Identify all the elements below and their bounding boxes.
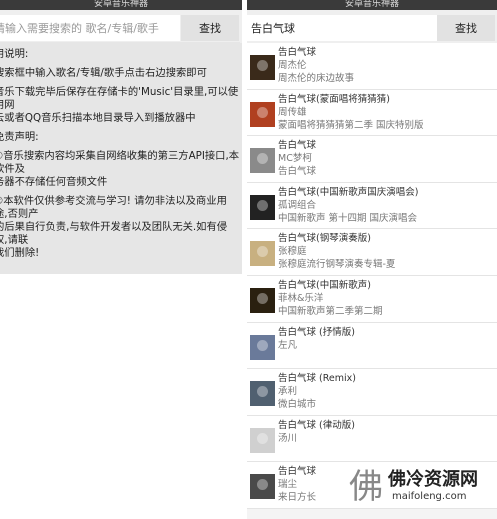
album-name: 张穆庭流行钢琴演奏专辑-夏 — [278, 259, 396, 271]
album-name: 微白城市 — [278, 399, 317, 411]
search-bar: 查找 — [247, 10, 497, 43]
song-title: 告白气球(中国新歌声) — [278, 279, 371, 291]
search-bar: 查找 — [0, 10, 242, 43]
site-watermark: 佛 佛冷资源网 maifoleng.com — [346, 463, 491, 513]
result-item[interactable]: 告白气球 (Remix) 承利 微白城市 — [247, 369, 497, 416]
album-cover — [250, 287, 275, 313]
album-name: 中国新歌声第二季第二期 — [278, 305, 383, 317]
watermark-logo-icon: 佛 — [349, 467, 383, 507]
window-title: 安卓音乐神器 — [247, 0, 497, 10]
right-screen: 安卓音乐神器 查找 告白气球 周杰伦 周杰伦的床边故事 告白气球(蒙面唱将猜猜猜… — [247, 0, 497, 519]
result-item[interactable]: 告白气球(中国新歌声) 菲林&乐洋 中国新歌声第二季第二期 — [247, 275, 497, 323]
artist-name: 周杰伦 — [278, 60, 307, 71]
artist-name: 汤川 — [278, 432, 298, 444]
search-input[interactable] — [247, 15, 437, 41]
album-cover — [250, 241, 275, 267]
album-name: 中国新歌声 第十四期 国庆演唱会 — [278, 212, 418, 224]
instruction-step: 音乐下载完毕后保存在存储卡的'Music'目录里,可以使用网 云或者QQ音乐扫描… — [0, 86, 239, 124]
result-item[interactable]: 告白气球(蒙面唱将猜猜猜) 周传雄 蒙面唱将猜猜猜第二季 国庆特别版 — [247, 89, 497, 137]
disclaimer-text: ②本软件仅供参考交流与学习! 请勿非法以及商业用途,否则产 的后果自行负责,与软… — [0, 195, 228, 259]
album-cover — [250, 194, 275, 220]
album-cover — [250, 474, 275, 500]
watermark-url: maifoleng.com — [392, 491, 467, 502]
album-cover — [250, 381, 275, 407]
left-screen: 安卓音乐神器 查找 用说明: 搜索框中输入歌名/专辑/歌手点击右边搜索即可 音乐… — [0, 0, 242, 519]
result-item[interactable]: 告白气球 (律动版) 汤川 — [247, 415, 497, 463]
artist-name: 周传雄 — [278, 106, 307, 118]
song-title: 告白气球 — [278, 47, 317, 58]
result-item[interactable]: 告白气球 (抒情版) 左凡 — [247, 322, 497, 370]
album-cover — [250, 101, 275, 127]
instruction-step: 搜索框中输入歌名/专辑/歌手点击右边搜索即可 — [0, 67, 207, 79]
artist-name: 张穆庭 — [278, 246, 307, 258]
song-title: 告白气球(蒙面唱将猜猜猜) — [278, 93, 390, 105]
disclaimer-heading: 免责声明: — [0, 131, 39, 143]
song-title: 告白气球 (律动版) — [278, 419, 355, 431]
result-item[interactable]: 告白气球(中国新歌声国庆演唱会) 孤调组合 中国新歌声 第十四期 国庆演唱会 — [247, 182, 497, 230]
album-name: 蒙面唱将猜猜猜第二季 国庆特别版 — [278, 119, 424, 131]
result-item[interactable]: 告白气球 MC梦柯 告白气球 — [247, 136, 497, 183]
album-cover — [250, 148, 275, 174]
disclaimer-text: ①音乐搜索内容均采集自网络收集的第三方API接口,本软件及 务器不存储任何音频文… — [0, 150, 240, 188]
result-item[interactable]: 告白气球 周杰伦 周杰伦的床边故事 — [247, 43, 497, 90]
album-name: 周杰伦的床边故事 — [278, 73, 355, 84]
search-input[interactable] — [0, 15, 180, 41]
result-item[interactable]: 告白气球(钢琴演奏版) 张穆庭 张穆庭流行钢琴演奏专辑-夏 — [247, 229, 497, 276]
song-title: 告白气球(钢琴演奏版) — [278, 233, 371, 245]
artist-name: 承利 — [278, 386, 298, 398]
artist-name: 左凡 — [278, 339, 298, 351]
search-button[interactable]: 查找 — [437, 15, 495, 41]
result-list: 告白气球 周杰伦 周杰伦的床边故事 告白气球(蒙面唱将猜猜猜) 周传雄 蒙面唱将… — [247, 43, 497, 509]
song-title: 告白气球 — [278, 140, 317, 152]
artist-name: 菲林&乐洋 — [278, 292, 324, 304]
song-title: 告白气球(中国新歌声国庆演唱会) — [278, 186, 419, 198]
album-name: 告白气球 — [278, 166, 317, 178]
album-cover — [250, 334, 275, 360]
artist-name: MC梦柯 — [278, 153, 312, 165]
song-title: 告白气球 (Remix) — [278, 373, 356, 385]
search-button[interactable]: 查找 — [181, 15, 239, 41]
usage-instructions: 用说明: 搜索框中输入歌名/专辑/歌手点击右边搜索即可 音乐下载完毕后保存在存储… — [0, 42, 240, 280]
album-cover — [250, 55, 275, 80]
window-title: 安卓音乐神器 — [0, 0, 242, 10]
empty-area — [0, 274, 242, 519]
watermark-name: 佛冷资源网 — [388, 469, 478, 490]
song-title: 告白气球 (抒情版) — [278, 326, 355, 338]
album-cover — [250, 427, 275, 453]
artist-name: 孤调组合 — [278, 199, 317, 211]
instruction-heading: 用说明: — [0, 48, 29, 60]
